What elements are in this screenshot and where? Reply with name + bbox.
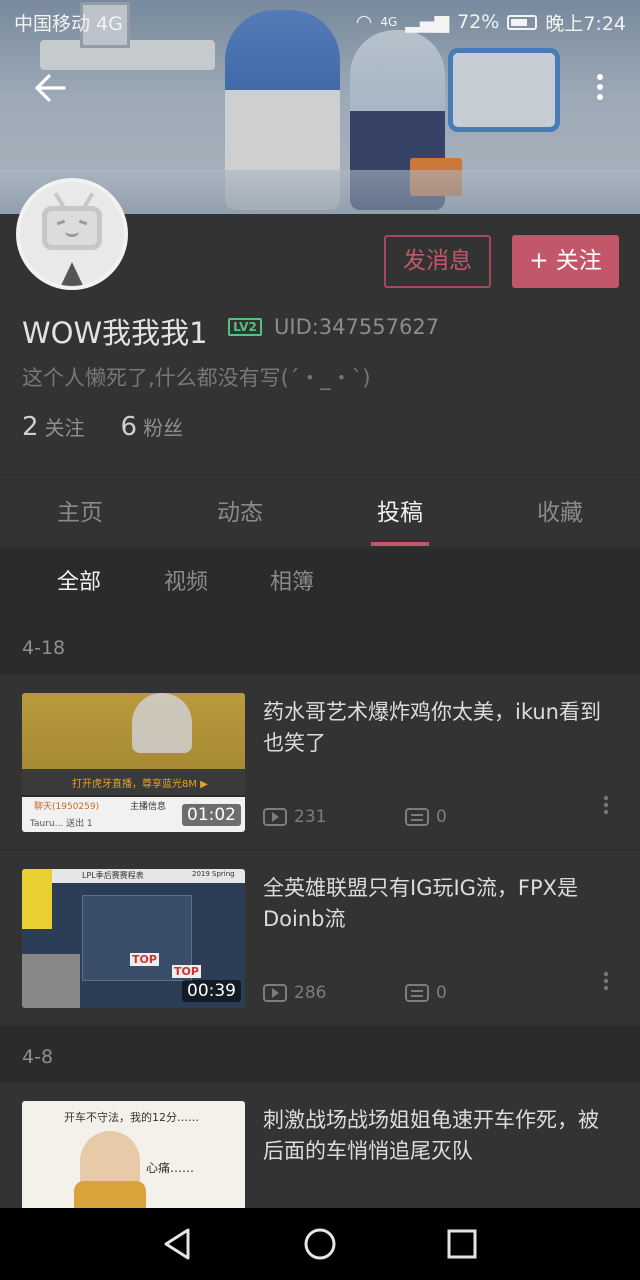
thumb-info-label: 主播信息 <box>130 802 167 812</box>
active-tab-indicator <box>371 542 429 546</box>
video-thumbnail[interactable]: LPL季后赛赛程表 2019 Spring TOP TOP 00:39 <box>22 869 245 1008</box>
bilibili-tv-icon <box>42 206 102 250</box>
thumb-top-badge: TOP <box>130 953 159 966</box>
upload-subtabs: 全部 视频 相簿 <box>0 548 640 618</box>
arrow-left-icon <box>35 74 66 102</box>
network-type: 4G <box>380 15 398 29</box>
system-navigation-bar <box>0 1208 640 1280</box>
profile-tabs: 主页 动态 投稿 收藏 <box>0 474 640 546</box>
item-more-button[interactable] <box>602 971 610 991</box>
uid-label: UID:347557627 <box>274 315 440 339</box>
video-item[interactable]: 打开虎牙直播，尊享蓝光8M ▶ 聊天(1950259) 主播信息 Tauru..… <box>0 675 640 850</box>
subtab-albums[interactable]: 相簿 <box>270 548 314 618</box>
follow-stats: 2 关注 6 粉丝 <box>22 412 183 442</box>
danmaku-count: 0 <box>405 807 447 827</box>
thumb-gift-label: Tauru... 送出 1 <box>30 819 93 829</box>
status-bar: 中国移动 4G ◠ 4G ▂▄▆ 72% 晚上7:24 <box>0 0 640 44</box>
tab-uploads[interactable]: 投稿 <box>320 475 480 546</box>
signal-icon: ▂▄▆ <box>405 11 450 33</box>
more-button[interactable] <box>586 72 614 112</box>
more-vertical-icon <box>603 971 609 991</box>
send-message-button[interactable]: 发消息 <box>384 235 491 288</box>
thumb-heartache-label: 心痛…… <box>146 1161 195 1175</box>
following-stat[interactable]: 2 关注 <box>22 412 85 442</box>
item-more-button[interactable] <box>602 795 610 815</box>
video-thumbnail[interactable]: 打开虎牙直播，尊享蓝光8M ▶ 聊天(1950259) 主播信息 Tauru..… <box>22 693 245 832</box>
back-button[interactable] <box>30 72 70 112</box>
username: WOW我我我1 <box>22 316 208 350</box>
tab-home[interactable]: 主页 <box>0 475 160 546</box>
carrier-label: 中国移动 4G <box>14 12 123 35</box>
wifi-icon: ◠ <box>355 11 373 33</box>
nav-back-icon[interactable] <box>160 1226 196 1262</box>
danmaku-icon <box>405 984 429 1002</box>
video-duration: 01:02 <box>182 804 241 826</box>
video-title[interactable]: 刺激战场战场姐姐龟速开车作死，被后面的车悄悄追尾灭队 <box>263 1105 618 1167</box>
thumb-schedule-title: LPL季后赛赛程表 <box>82 871 144 880</box>
date-header: 4-18 <box>0 618 640 674</box>
more-vertical-icon <box>597 74 603 100</box>
level-badge: LV2 <box>228 318 262 336</box>
view-count: 286 <box>263 983 326 1003</box>
thumb-caption: 开车不守法，我的12分…… <box>64 1111 199 1124</box>
danmaku-icon <box>405 808 429 826</box>
video-title[interactable]: 药水哥艺术爆炸鸡你太美，ikun看到也笑了 <box>263 697 618 759</box>
video-duration: 00:39 <box>182 980 241 1002</box>
clock: 晚上7:24 <box>545 12 626 35</box>
video-title[interactable]: 全英雄联盟只有IG玩IG流，FPX是Doinb流 <box>263 873 618 935</box>
subtab-all[interactable]: 全部 <box>57 548 101 618</box>
thumb-season-label: 2019 Spring <box>192 870 235 878</box>
subtab-videos[interactable]: 视频 <box>164 548 208 618</box>
follow-button[interactable]: + 关注 <box>512 235 619 288</box>
video-item[interactable]: 开车不守法，我的12分…… 心痛…… 刺激战场战场姐姐龟速开车作死，被后面的车悄… <box>0 1083 640 1221</box>
nav-recents-icon[interactable] <box>444 1226 480 1262</box>
battery-icon <box>507 14 538 30</box>
thumb-chat-label: 聊天(1950259) <box>34 802 100 812</box>
tab-activity[interactable]: 动态 <box>160 475 320 546</box>
nav-home-icon[interactable] <box>302 1226 338 1262</box>
avatar[interactable] <box>16 178 128 290</box>
view-count: 231 <box>263 807 326 827</box>
date-header: 4-8 <box>0 1027 640 1083</box>
play-count-icon <box>263 984 287 1002</box>
thumb-top-badge-2: TOP <box>172 965 201 978</box>
followers-stat[interactable]: 6 粉丝 <box>121 412 184 442</box>
danmaku-count: 0 <box>405 983 447 1003</box>
thumb-caption: 打开虎牙直播，尊享蓝光8M ▶ <box>72 779 208 790</box>
bio-text: 这个人懒死了,什么都没有写(´・_・`) <box>22 366 371 390</box>
more-vertical-icon <box>603 795 609 815</box>
battery-percent: 72% <box>457 11 500 33</box>
video-thumbnail[interactable]: 开车不守法，我的12分…… 心痛…… <box>22 1101 245 1221</box>
video-item[interactable]: LPL季后赛赛程表 2019 Spring TOP TOP 00:39 全英雄联… <box>0 851 640 1026</box>
profile-banner: 中国移动 4G ◠ 4G ▂▄▆ 72% 晚上7:24 <box>0 0 640 214</box>
play-count-icon <box>263 808 287 826</box>
tab-favorites[interactable]: 收藏 <box>480 475 640 546</box>
